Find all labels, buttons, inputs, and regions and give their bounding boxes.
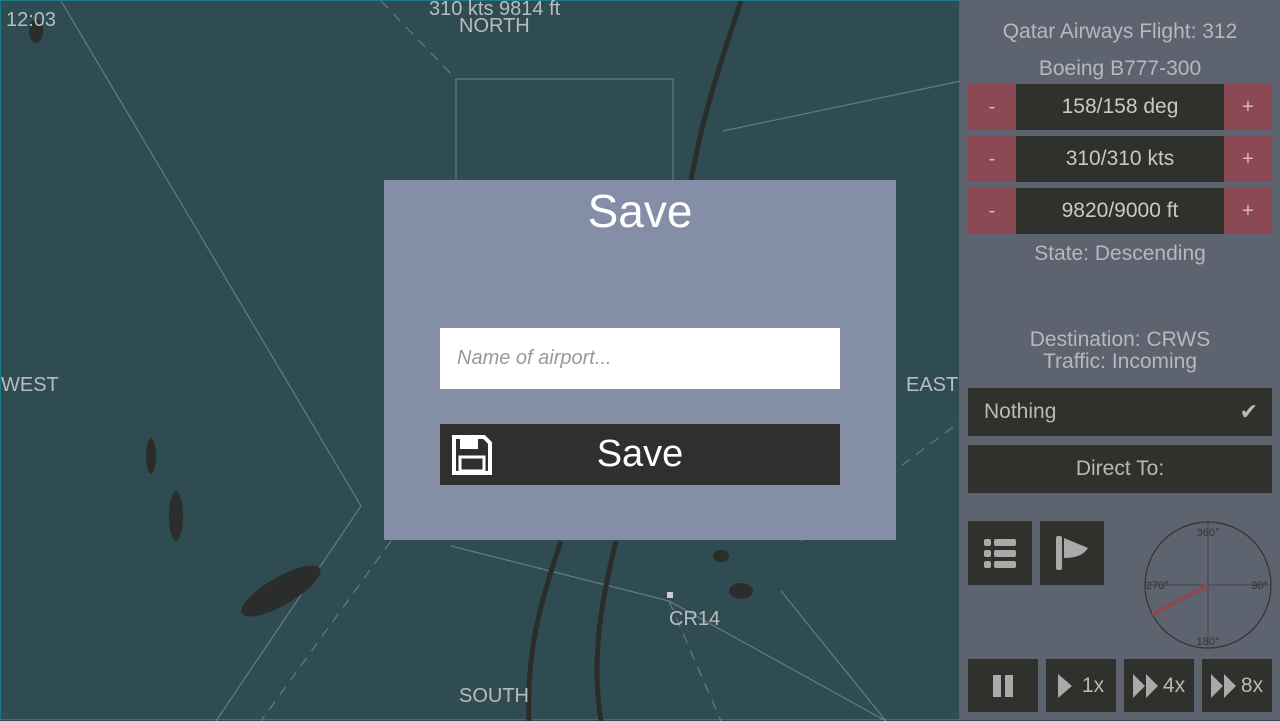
south-label: SOUTH (459, 685, 529, 707)
airport-name-input[interactable] (440, 328, 840, 389)
state-label: State: Descending (1034, 242, 1206, 265)
altitude-control: - 9820/9000 ft + (968, 188, 1272, 234)
floppy-disk-icon (452, 435, 492, 475)
heading-decrease-button[interactable]: - (968, 84, 1016, 130)
save-button[interactable]: Save (440, 424, 840, 485)
pause-icon (993, 674, 1013, 697)
destination-label: Destination: CRWS (1029, 328, 1211, 351)
list-icon (984, 539, 1016, 568)
compass-n: 360° (1197, 527, 1220, 539)
heading-control: - 158/158 deg + (968, 84, 1272, 130)
pause-button[interactable] (968, 659, 1038, 712)
flight-name: Qatar Airways Flight: 312 (1002, 20, 1238, 43)
speed-4x-label: 4x (1162, 673, 1186, 697)
clock: 12:03 (6, 9, 57, 31)
compass: 360° 180° 90° 270° (1144, 521, 1272, 649)
nothing-label: Nothing (984, 400, 1057, 423)
west-label: WEST (1, 374, 59, 396)
flight-control-panel: Qatar Airways Flight: 312 Boeing B777-30… (960, 0, 1280, 720)
north-label: NORTH (459, 15, 530, 37)
speed-4x-button[interactable]: 4x (1124, 659, 1194, 712)
speed-control: - 310/310 kts + (968, 136, 1272, 182)
compass-w: 270° (1146, 580, 1169, 592)
altitude-value: 9820/9000 ft (1016, 188, 1224, 234)
aircraft-type: Boeing B777-300 (1038, 57, 1202, 80)
east-label: EAST (906, 374, 959, 396)
nothing-option[interactable]: Nothing ✔ (968, 388, 1272, 436)
speed-value: 310/310 kts (1016, 136, 1224, 182)
compass-s: 180° (1197, 636, 1220, 648)
speed-1x-label: 1x (1081, 673, 1105, 697)
heading-increase-button[interactable]: + (1224, 84, 1272, 130)
flag-icon (1056, 536, 1088, 570)
list-button[interactable] (968, 521, 1032, 585)
play-icon (1057, 673, 1072, 698)
dialog-title: Save (587, 185, 693, 237)
fast-forward-icon (1132, 673, 1158, 698)
fast-forward-icon (1210, 673, 1236, 698)
save-dialog: Save Save (384, 180, 896, 540)
heading-value: 158/158 deg (1016, 84, 1224, 130)
waypoint-label[interactable]: CR14 (669, 608, 720, 631)
speed-1x-button[interactable]: 1x (1046, 659, 1116, 712)
checkmark-icon: ✔ (1239, 399, 1258, 424)
speed-decrease-button[interactable]: - (968, 136, 1016, 182)
altitude-increase-button[interactable]: + (1224, 188, 1272, 234)
direct-to-button[interactable]: Direct To: (968, 445, 1272, 493)
speed-increase-button[interactable]: + (1224, 136, 1272, 182)
save-button-label: Save (596, 433, 684, 475)
flag-button[interactable] (1040, 521, 1104, 585)
traffic-label: Traffic: Incoming (1042, 350, 1198, 373)
compass-e: 90° (1251, 580, 1268, 592)
speed-8x-label: 8x (1240, 673, 1264, 697)
altitude-decrease-button[interactable]: - (968, 188, 1016, 234)
speed-8x-button[interactable]: 8x (1202, 659, 1272, 712)
